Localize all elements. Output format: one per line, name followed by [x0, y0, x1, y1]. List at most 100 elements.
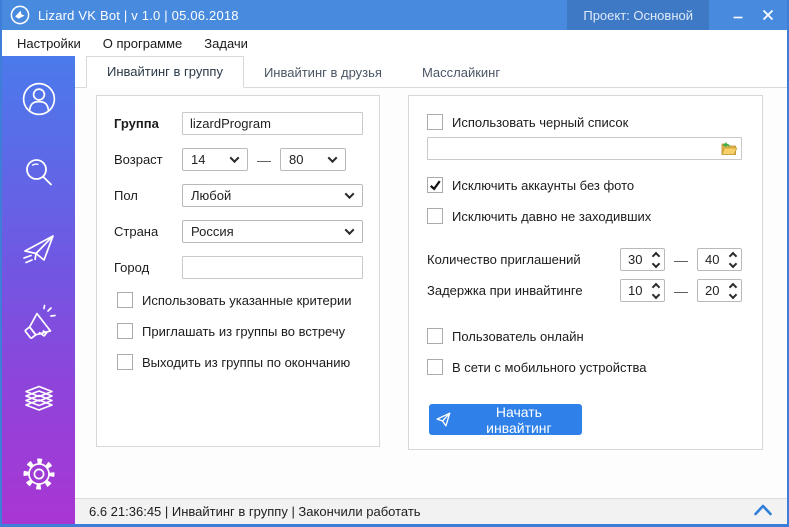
close-icon: [762, 9, 774, 21]
city-label: Город: [114, 260, 182, 275]
gender-label: Пол: [114, 188, 182, 203]
gear-icon: [19, 454, 59, 494]
sidebar-item-promotion[interactable]: [18, 303, 60, 345]
invites-count-label: Количество приглашений: [427, 252, 620, 267]
tab-massliking[interactable]: Масслайкинг: [402, 58, 520, 88]
chevron-down-icon: [345, 225, 355, 235]
checkbox-label: Исключить аккаунты без фото: [452, 178, 634, 193]
group-input[interactable]: [182, 112, 363, 135]
checkbox-label: Использовать черный список: [452, 115, 628, 130]
search-icon: [19, 154, 59, 194]
chevron-down-icon: [345, 189, 355, 199]
minimize-button[interactable]: [723, 0, 753, 30]
user-online-checkbox[interactable]: Пользователь онлайн: [427, 328, 742, 344]
range-dash: —: [674, 252, 688, 268]
mobile-online-checkbox[interactable]: В сети с мобильного устройства: [427, 359, 742, 375]
blacklist-path-input[interactable]: [427, 137, 742, 160]
checkbox-label: Пользователь онлайн: [452, 329, 584, 344]
tab-bar: Инвайтинг в группу Инвайтинг в друзья Ма…: [75, 56, 787, 88]
city-input[interactable]: [182, 256, 363, 279]
invites-to-value: 40: [705, 252, 719, 267]
paper-plane-icon: [19, 229, 59, 269]
send-icon: [435, 411, 452, 428]
country-select[interactable]: Россия: [182, 220, 363, 243]
use-criteria-checkbox[interactable]: Использовать указанные критерии: [117, 292, 363, 308]
checkbox-box: [117, 292, 133, 308]
gender-select[interactable]: Любой: [182, 184, 363, 207]
sidebar-item-account[interactable]: [18, 78, 60, 120]
age-to-select[interactable]: 80: [280, 148, 346, 171]
exclude-inactive-checkbox[interactable]: Исключить давно не заходивших: [427, 208, 742, 224]
app-logo-icon: [10, 5, 30, 25]
menu-tasks[interactable]: Задачи: [193, 32, 259, 55]
country-label: Страна: [114, 224, 182, 239]
leave-group-checkbox[interactable]: Выходить из группы по окончанию: [117, 354, 363, 370]
tab-invite-friends[interactable]: Инвайтинг в друзья: [244, 58, 402, 88]
invite-options-panel: Использовать черный список: [408, 95, 763, 450]
sidebar-item-settings[interactable]: [18, 453, 60, 495]
checkbox-box: [427, 328, 443, 344]
title-bar: Lizard VK Bot | v 1.0 | 05.06.2018 Проек…: [2, 0, 787, 30]
check-icon: [429, 179, 441, 191]
checkbox-box: [427, 114, 443, 130]
age-from-select[interactable]: 14: [182, 148, 248, 171]
range-dash: —: [257, 152, 271, 168]
gender-value: Любой: [191, 188, 231, 203]
sidebar: [2, 56, 75, 524]
start-inviting-button[interactable]: Начать инвайтинг: [429, 404, 582, 435]
spinner-arrows-icon: [653, 253, 659, 267]
country-value: Россия: [191, 224, 234, 239]
user-icon: [19, 79, 59, 119]
invites-to-spinner[interactable]: 40: [697, 248, 742, 271]
invites-from-value: 30: [628, 252, 642, 267]
sidebar-item-tasks[interactable]: [18, 378, 60, 420]
start-button-label: Начать инвайтинг: [462, 404, 576, 436]
checkbox-label: Исключить давно не заходивших: [452, 209, 651, 224]
minimize-icon: [732, 9, 744, 21]
range-dash: —: [674, 283, 688, 299]
checkbox-box: [117, 354, 133, 370]
exclude-no-photo-checkbox[interactable]: Исключить аккаунты без фото: [427, 177, 742, 193]
chevron-up-icon: [753, 503, 773, 516]
age-label: Возраст: [114, 152, 182, 167]
chevron-down-icon: [230, 153, 240, 163]
invite-to-event-checkbox[interactable]: Приглашать из группы во встречу: [117, 323, 363, 339]
checkbox-label: В сети с мобильного устройства: [452, 360, 646, 375]
close-button[interactable]: [753, 0, 783, 30]
open-folder-icon: [719, 141, 737, 156]
window-title: Lizard VK Bot | v 1.0 | 05.06.2018: [38, 8, 567, 23]
expand-log-button[interactable]: [753, 503, 773, 521]
checkbox-label: Использовать указанные критерии: [142, 293, 352, 308]
project-badge[interactable]: Проект: Основной: [567, 0, 709, 30]
status-log-text: 6.6 21:36:45 | Инвайтинг в группу | Зако…: [89, 504, 753, 519]
delay-to-value: 20: [705, 283, 719, 298]
menu-about[interactable]: О программе: [92, 32, 194, 55]
delay-from-spinner[interactable]: 10: [620, 279, 665, 302]
invite-delay-label: Задержка при инвайтинге: [427, 283, 620, 298]
delay-to-spinner[interactable]: 20: [697, 279, 742, 302]
checkbox-label: Приглашать из группы во встречу: [142, 324, 345, 339]
browse-file-button[interactable]: [719, 141, 737, 156]
status-bar: 6.6 21:36:45 | Инвайтинг в группу | Зако…: [75, 498, 787, 524]
sidebar-item-search[interactable]: [18, 153, 60, 195]
spinner-arrows-icon: [730, 284, 736, 298]
menu-bar: Настройки О программе Задачи: [2, 30, 787, 56]
checkbox-box: [117, 323, 133, 339]
spinner-arrows-icon: [730, 253, 736, 267]
age-to-value: 80: [289, 152, 303, 167]
delay-from-value: 10: [628, 283, 642, 298]
spinner-arrows-icon: [653, 284, 659, 298]
chevron-down-icon: [328, 153, 338, 163]
blacklist-checkbox[interactable]: Использовать черный список: [427, 114, 742, 130]
checkbox-box: [427, 208, 443, 224]
checkbox-label: Выходить из группы по окончанию: [142, 355, 350, 370]
checkbox-box: [427, 359, 443, 375]
tab-invite-group[interactable]: Инвайтинг в группу: [86, 56, 244, 88]
target-criteria-panel: Группа Возраст 14 — 80: [96, 95, 380, 447]
age-from-value: 14: [191, 152, 205, 167]
invites-from-spinner[interactable]: 30: [620, 248, 665, 271]
tab-content: Группа Возраст 14 — 80: [75, 88, 787, 498]
menu-settings[interactable]: Настройки: [6, 32, 92, 55]
sidebar-item-inviting[interactable]: [18, 228, 60, 270]
layers-icon: [19, 379, 59, 419]
